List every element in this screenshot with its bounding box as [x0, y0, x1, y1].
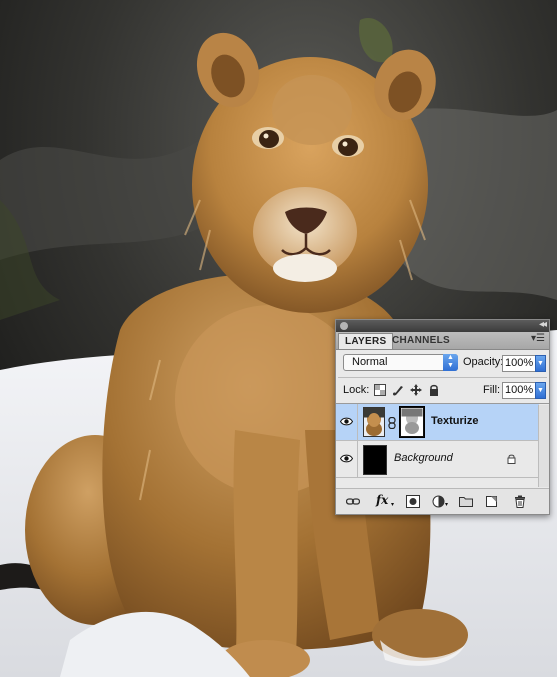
new-group-icon[interactable]: [459, 495, 473, 508]
panel-footer: fx ▾ ▾: [336, 488, 549, 514]
collapse-icon[interactable]: ◂◂: [539, 319, 547, 330]
fill-dropdown-icon[interactable]: ▼: [535, 382, 546, 399]
layer-row-background[interactable]: Background: [336, 441, 539, 478]
chain-link-icon[interactable]: [388, 417, 396, 429]
layer-name[interactable]: Background: [394, 452, 453, 464]
lock-label: Lock:: [343, 384, 370, 396]
fx-dropdown-icon[interactable]: ▾: [391, 501, 394, 508]
adjustment-dropdown-icon[interactable]: ▾: [445, 501, 448, 508]
layer-thumbnail[interactable]: [363, 407, 385, 437]
layer-thumbnail[interactable]: [363, 445, 387, 475]
adjustment-layer-icon[interactable]: [432, 495, 446, 508]
fill-label: Fill:: [483, 384, 501, 396]
visibility-toggle[interactable]: [336, 404, 358, 440]
opacity-label: Opacity:: [463, 356, 504, 368]
layers-scrollbar[interactable]: [538, 405, 549, 487]
eye-icon[interactable]: [340, 454, 353, 463]
fx-icon[interactable]: fx: [376, 493, 388, 507]
blend-mode-select[interactable]: Normal ▲ ▼: [343, 354, 458, 371]
panel-titlebar[interactable]: ◂◂: [336, 319, 549, 332]
opacity-dropdown-icon[interactable]: ▼: [535, 355, 546, 372]
lock-position-icon[interactable]: [410, 384, 422, 396]
layer-name[interactable]: Texturize: [431, 415, 478, 427]
opacity-field[interactable]: 100%: [502, 355, 536, 372]
layer-mask-icon[interactable]: [406, 495, 420, 508]
visibility-toggle[interactable]: [336, 441, 358, 477]
lock-image-pixels-icon[interactable]: [392, 384, 404, 396]
layers-panel: ◂◂ LAYERS CHANNELS ▾☰ Normal ▲ ▼ Opacity:…: [335, 319, 550, 515]
lock-icon: [507, 454, 516, 464]
layer-row-texturize[interactable]: Texturize: [336, 404, 539, 441]
new-layer-icon[interactable]: [485, 495, 499, 508]
tab-channels[interactable]: CHANNELS: [386, 333, 456, 349]
fill-field[interactable]: 100%: [502, 382, 536, 399]
lock-all-icon[interactable]: [428, 384, 440, 396]
panel-menu-icon[interactable]: ▾☰: [531, 333, 545, 344]
eye-icon[interactable]: [340, 417, 353, 426]
lock-transparent-pixels-icon[interactable]: [374, 384, 386, 396]
close-icon[interactable]: [340, 322, 348, 330]
blend-mode-value: Normal: [352, 356, 388, 368]
layer-mask-thumbnail[interactable]: [399, 406, 425, 438]
divider: [338, 377, 547, 378]
panel-tabs: LAYERS CHANNELS ▾☰: [336, 332, 549, 350]
trash-icon[interactable]: [513, 495, 527, 508]
link-layers-icon[interactable]: [346, 495, 360, 508]
blend-mode-stepper-icon[interactable]: ▲ ▼: [443, 354, 458, 371]
